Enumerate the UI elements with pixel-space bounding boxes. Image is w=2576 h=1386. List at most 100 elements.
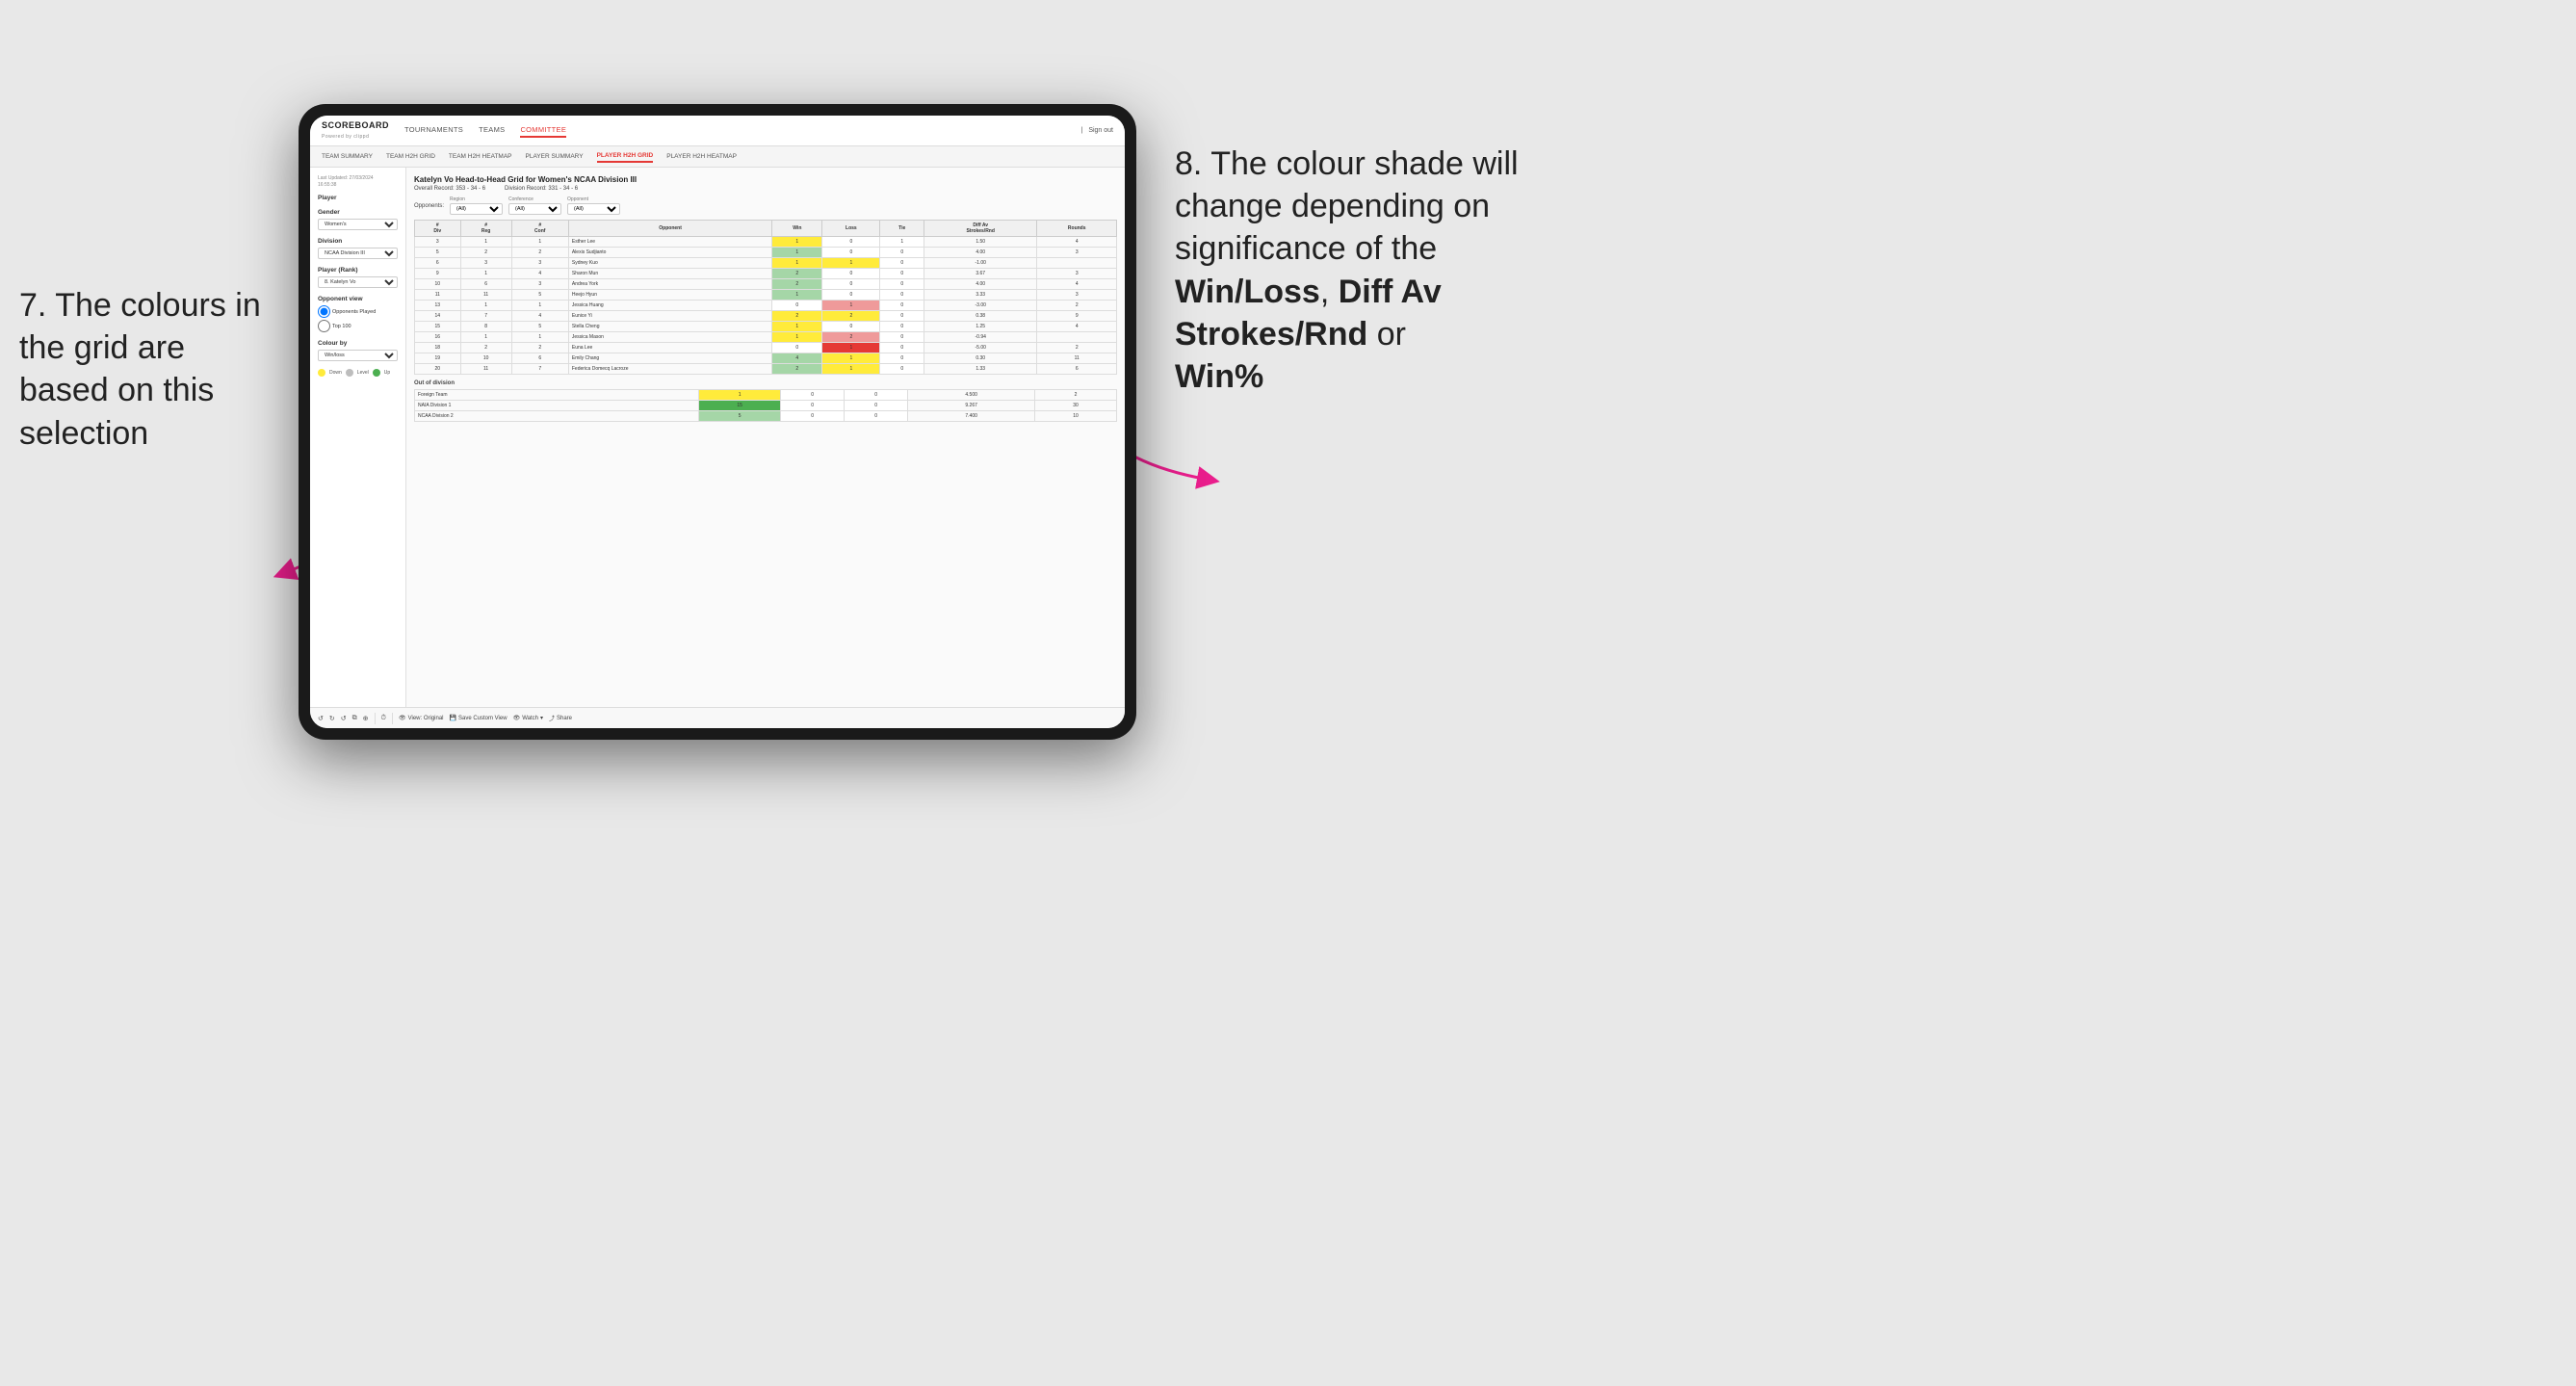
cell-win: 0 [772,343,822,353]
table-row: 15 8 5 Stella Cheng 1 0 0 1.25 4 [415,322,1117,332]
cell-div: 5 [415,248,461,258]
sub-nav-player-h2h-grid[interactable]: PLAYER H2H GRID [597,150,654,163]
cell-reg: 1 [460,332,511,343]
cell-conf: 7 [511,364,568,375]
cell-conf: 5 [511,290,568,301]
watch-btn[interactable]: 👁 Watch ▾ [513,715,543,721]
division-select[interactable]: NCAA Division III [318,248,398,259]
overall-record-value: 353 - 34 - 6 [455,186,485,192]
cell-diff: 1.25 [924,322,1036,332]
cell-win: 2 [772,364,822,375]
cell-opponent: Sharon Mun [568,269,771,279]
cell-rounds: 2 [1037,343,1117,353]
paste-icon[interactable]: ⊕ [363,715,369,722]
sign-out-link[interactable]: Sign out [1088,127,1113,134]
sidebar-player-rank-section: Player (Rank) 8. Katelyn Vo [318,267,398,288]
save-custom-btn[interactable]: 💾 Save Custom View [450,715,507,721]
conference-filter-select[interactable]: (All) [508,203,561,215]
copy-icon[interactable]: ⧉ [352,715,357,722]
step-back-icon[interactable]: ↺ [341,715,347,722]
division-label: Division [318,238,398,245]
watch-icon: 👁 [513,715,521,721]
annotation-left: 7. The colours in the grid are based on … [19,284,270,455]
nav-teams[interactable]: TEAMS [479,123,505,138]
timer-icon[interactable]: ⏱ [381,715,386,722]
cell-loss: 1 [822,353,880,364]
table-row: 14 7 4 Eunice Yi 2 2 0 0.38 9 [415,311,1117,322]
opponent-filter-select[interactable]: (All) [567,203,620,215]
grid-title: Katelyn Vo Head-to-Head Grid for Women's… [414,175,1117,184]
cell-win: 1 [772,237,822,248]
legend-level-label: Level [357,370,369,376]
nav-committee[interactable]: COMMITTEE [520,123,566,138]
view-original-btn[interactable]: 👁 View: Original [399,715,444,721]
toolbar-sep2 [392,713,393,724]
overall-record: Overall Record: 353 - 34 - 6 [414,186,485,192]
sidebar: Last Updated: 27/03/2024 16:55:38 Player… [310,168,406,707]
share-icon: ⤴ [549,714,555,722]
cell-reg: 3 [460,258,511,269]
cell-win: 2 [772,269,822,279]
cell-reg: 8 [460,322,511,332]
col-div: #Div [415,221,461,237]
sub-nav-team-summary[interactable]: TEAM SUMMARY [322,151,373,162]
legend-up-dot [373,369,380,377]
cell-tie: 0 [845,401,908,411]
last-updated: Last Updated: 27/03/2024 16:55:38 [318,175,398,189]
save-custom-label: Save Custom View [458,716,507,721]
cell-loss: 0 [781,401,845,411]
conference-filter-group: Conference (All) [508,196,561,215]
sub-nav-team-h2h-grid[interactable]: TEAM H2H GRID [386,151,435,162]
cell-loss: 1 [822,258,880,269]
cell-diff: 4.500 [908,390,1035,401]
region-filter-select[interactable]: (All) [450,203,503,215]
grid-area: Katelyn Vo Head-to-Head Grid for Women's… [406,168,1125,707]
opponents-filter-label: Opponents: [414,203,444,209]
share-btn[interactable]: ⤴ Share [549,714,572,722]
radio1-label: Opponents Played [332,309,376,315]
gender-select[interactable]: Women's [318,219,398,230]
table-row: 13 1 1 Jessica Huang 0 1 0 -3.00 2 [415,301,1117,311]
cell-rounds: 2 [1035,390,1117,401]
sub-nav-player-summary[interactable]: PLAYER SUMMARY [526,151,584,162]
nav-tournaments[interactable]: TOURNAMENTS [404,123,463,138]
cell-opponent: Emily Chang [568,353,771,364]
colour-by-label: Colour by [318,340,398,347]
radio-top100[interactable]: Top 100 [318,320,398,332]
colour-by-select[interactable]: Win/loss [318,350,398,361]
overall-record-label: Overall Record: [414,186,455,192]
save-icon: 💾 [450,715,456,721]
cell-win: 1 [699,390,781,401]
cell-div: 20 [415,364,461,375]
cell-opponent: NCAA Division 2 [415,411,699,422]
filter-row: Opponents: Region (All) Conference (All) [414,196,1117,215]
annotation-right: 8. The colour shade will change dependin… [1175,143,1579,398]
cell-conf: 1 [511,332,568,343]
cell-loss: 0 [822,248,880,258]
cell-div: 18 [415,343,461,353]
cell-loss: 0 [822,322,880,332]
cell-reg: 1 [460,237,511,248]
sub-nav-team-h2h-heatmap[interactable]: TEAM H2H HEATMAP [449,151,512,162]
cell-diff: -0.94 [924,332,1036,343]
player-rank-select[interactable]: 8. Katelyn Vo [318,276,398,288]
sidebar-opponent-view-section: Opponent view Opponents Played Top 100 [318,296,398,332]
legend-up-label: Up [384,370,390,376]
undo-icon[interactable]: ↺ [318,715,324,722]
radio-opponents-played[interactable]: Opponents Played [318,305,398,318]
region-filter-label: Region [450,196,465,202]
table-row: 20 11 7 Federica Domecq Lacroze 2 1 0 1.… [415,364,1117,375]
grid-records: Overall Record: 353 - 34 - 6 Division Re… [414,186,1117,192]
cell-tie: 0 [880,343,924,353]
table-row: 3 1 1 Esther Lee 1 0 1 1.50 4 [415,237,1117,248]
cell-opponent: Foreign Team [415,390,699,401]
legend-level-dot [346,369,353,377]
redo-icon[interactable]: ↻ [329,715,335,722]
cell-opponent: NAIA Division 1 [415,401,699,411]
cell-tie: 0 [880,279,924,290]
cell-diff: 1.33 [924,364,1036,375]
sub-nav-player-h2h-heatmap[interactable]: PLAYER H2H HEATMAP [666,151,737,162]
app-nav: SCOREBOARD Powered by clippd TOURNAMENTS… [310,116,1125,146]
table-row: NCAA Division 2 5 0 0 7.400 10 [415,411,1117,422]
h2h-table: #Div #Reg #Conf Opponent Win Loss Tie Di… [414,220,1117,375]
